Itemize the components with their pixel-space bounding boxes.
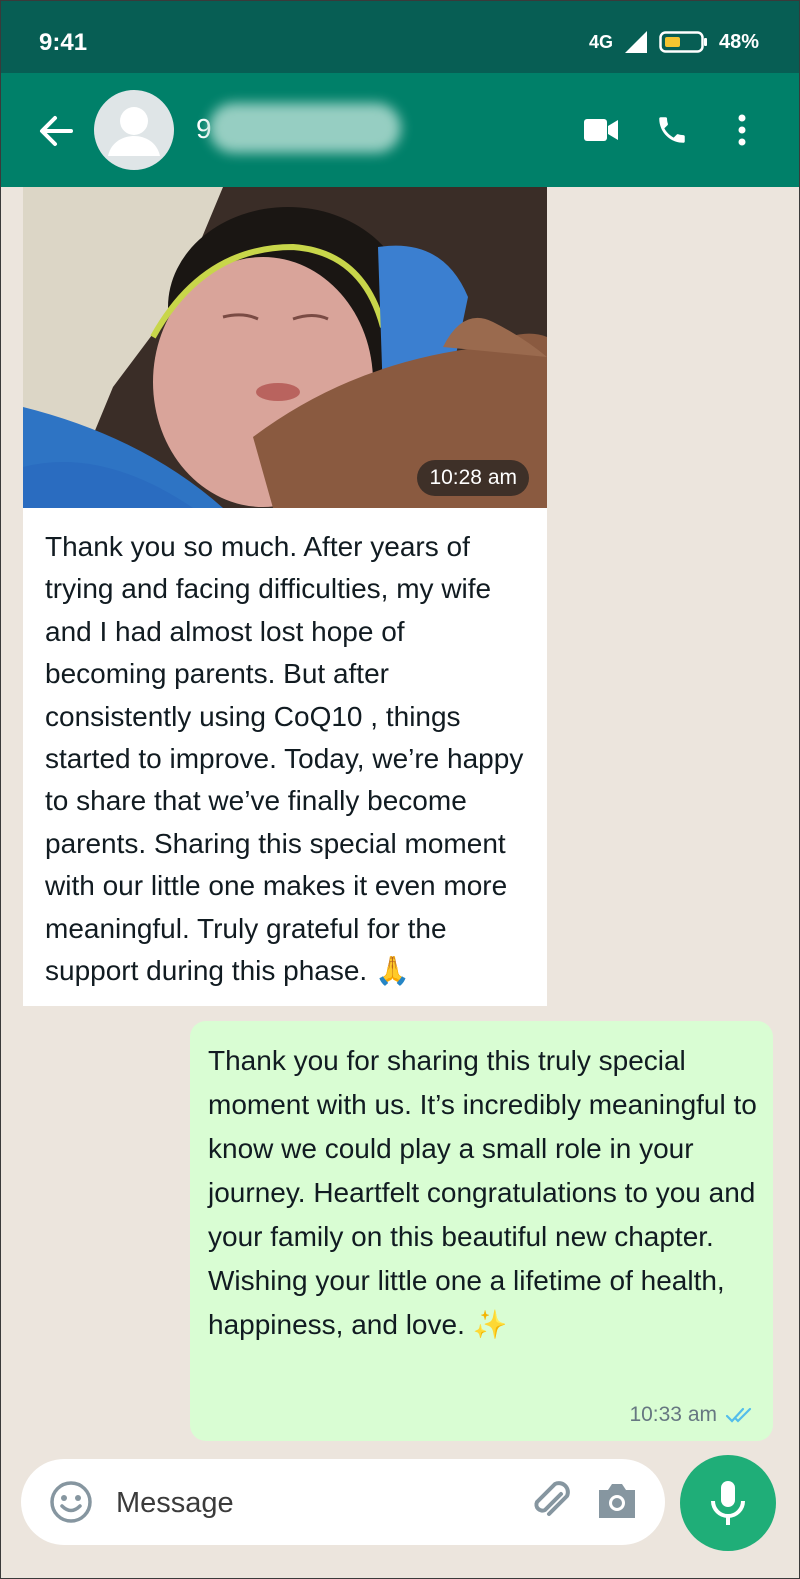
emoji-icon[interactable] <box>49 1480 93 1524</box>
redacted-contact-blur <box>209 103 401 153</box>
incoming-message[interactable]: 10:28 am Thank you so much. After years … <box>23 187 547 1007</box>
outgoing-message-text: Thank you for sharing this truly special… <box>208 1045 757 1340</box>
outgoing-meta: 10:33 am <box>629 1403 753 1427</box>
video-call-icon[interactable] <box>584 117 618 143</box>
incoming-message-text: Thank you so much. After years of trying… <box>45 531 524 987</box>
read-ticks-icon <box>725 1407 752 1423</box>
status-time: 9:41 <box>39 29 88 56</box>
voice-call-icon[interactable] <box>655 113 689 147</box>
mic-icon <box>711 1481 745 1525</box>
message-placeholder[interactable]: Message <box>116 1487 234 1520</box>
chat-area[interactable]: 10:28 am Thank you so much. After years … <box>1 187 799 1443</box>
signal-icon <box>624 31 647 53</box>
status-indicators: 4G 48% <box>589 29 759 55</box>
network-type: 4G <box>588 31 613 52</box>
voice-message-button[interactable] <box>680 1455 776 1551</box>
battery-icon <box>659 31 707 53</box>
outgoing-timestamp: 10:33 am <box>629 1403 717 1426</box>
image-timestamp: 10:28 am <box>417 460 529 496</box>
back-arrow-icon[interactable] <box>35 111 75 151</box>
attach-icon[interactable] <box>531 1480 571 1524</box>
message-input-box[interactable]: Message <box>21 1459 665 1545</box>
status-bar: 9:41 4G 48% <box>1 1 799 73</box>
contact-avatar[interactable] <box>94 90 174 170</box>
message-composer: Message <box>1 1443 799 1578</box>
chat-header: 9 <box>1 73 799 187</box>
more-options-icon[interactable] <box>735 113 749 147</box>
person-icon <box>108 107 160 156</box>
phone-screen: 9:41 4G 48% 9 10:28 am Thank you so much… <box>0 0 800 1579</box>
battery-percent: 48% <box>718 30 759 53</box>
camera-icon[interactable] <box>595 1481 639 1521</box>
baby-photo[interactable]: 10:28 am <box>23 187 547 508</box>
outgoing-message[interactable]: Thank you for sharing this truly special… <box>190 1021 773 1441</box>
